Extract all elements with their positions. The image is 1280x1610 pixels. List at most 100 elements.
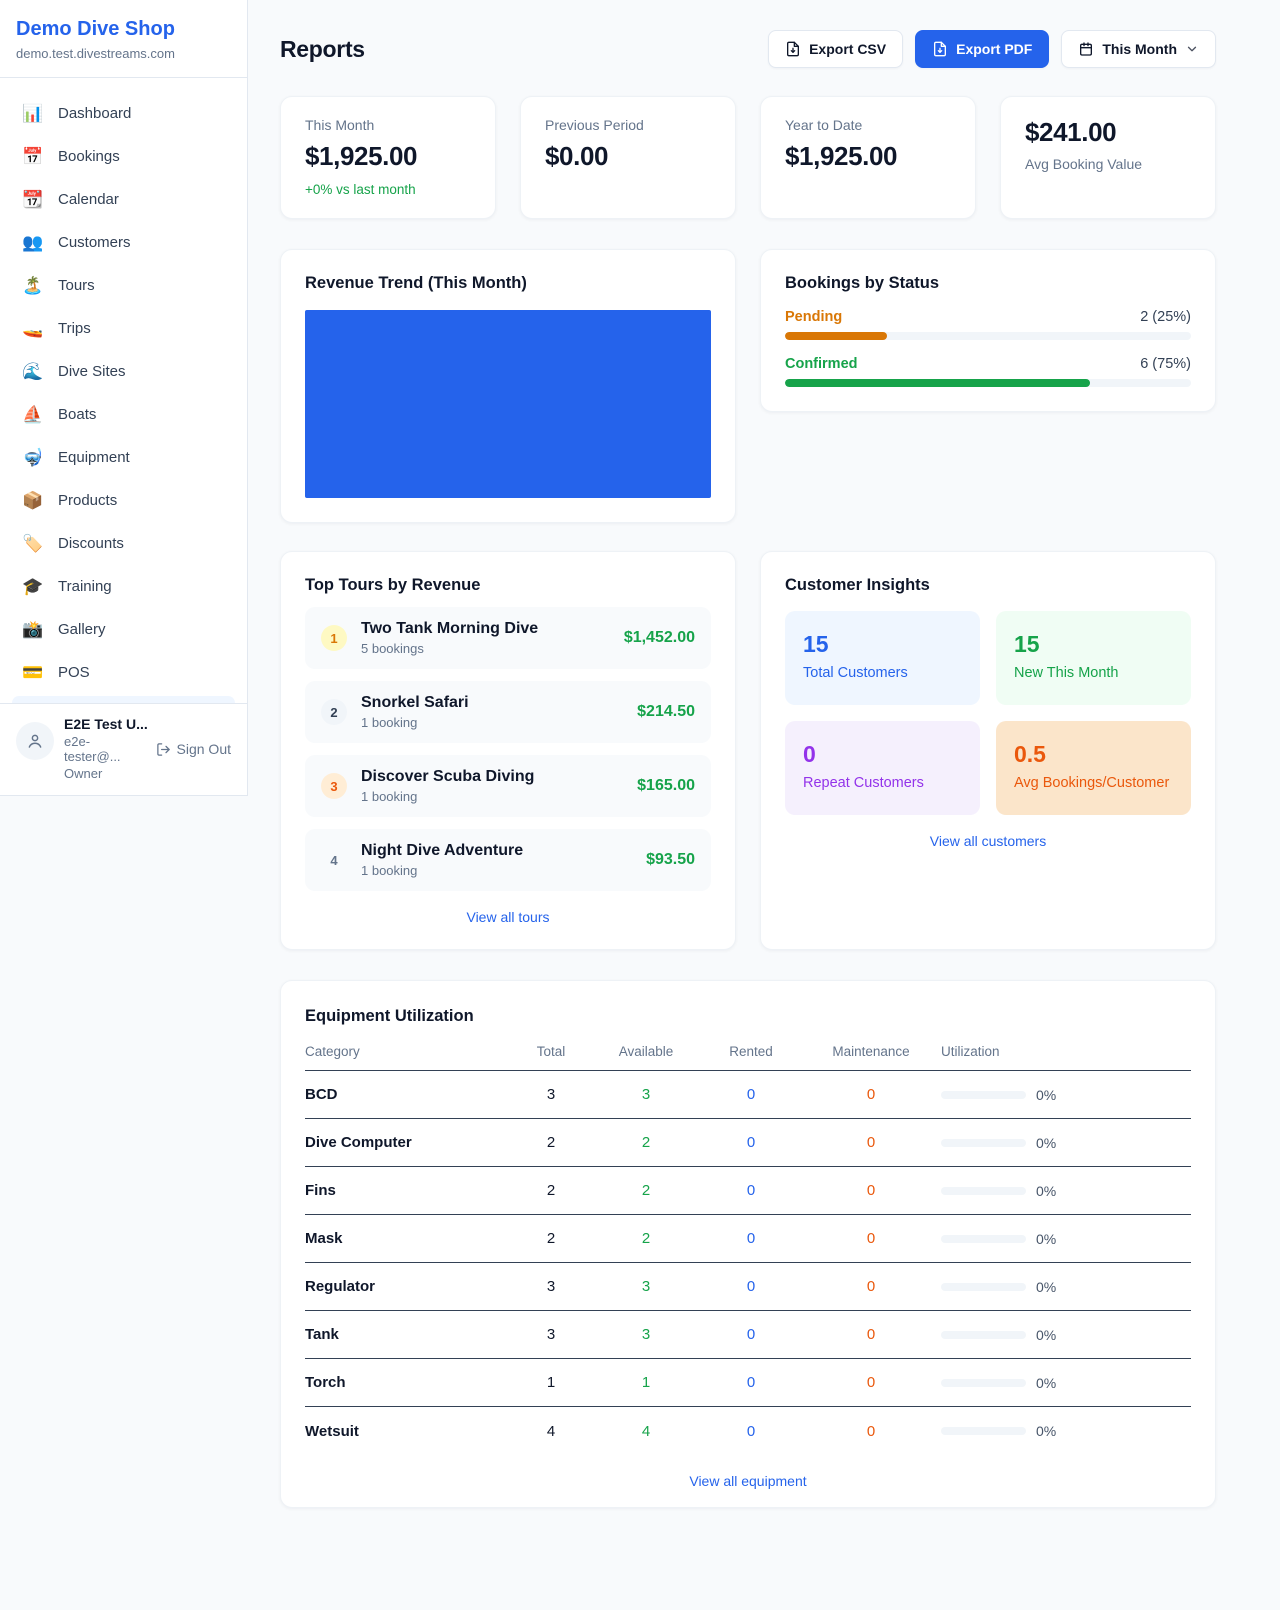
brand-name[interactable]: Demo Dive Shop (16, 18, 231, 41)
table-row: Regulator 3 3 0 0 0% (305, 1263, 1191, 1311)
stat-card-year-to-date: Year to Date $1,925.00 (760, 96, 976, 219)
export-csv-button[interactable]: Export CSV (768, 30, 903, 68)
insight-tile-repeat-customers: 0 Repeat Customers (785, 721, 980, 815)
insight-label: Repeat Customers (803, 775, 962, 791)
sidebar-item-gallery[interactable]: 📸 Gallery (12, 608, 235, 651)
utilization-percent: 0% (1036, 1183, 1056, 1199)
tour-bookings-count: 1 booking (361, 863, 523, 878)
trips-icon: 🚤 (22, 319, 44, 339)
sidebar-nav: 📊 Dashboard 📅 Bookings 📆 Calendar 👥 Cust… (0, 78, 247, 703)
sidebar-item-training[interactable]: 🎓 Training (12, 565, 235, 608)
insight-tile-total-customers: 15 Total Customers (785, 611, 980, 705)
column-header-utilization: Utilization (941, 1044, 1191, 1059)
file-download-icon (932, 41, 948, 57)
equipment-available: 1 (591, 1374, 701, 1391)
insight-tile-avg-bookings: 0.5 Avg Bookings/Customer (996, 721, 1191, 815)
utilization-bar (941, 1379, 1026, 1387)
header-actions: Export CSV Export PDF This Month (768, 30, 1216, 68)
sidebar-item-tours[interactable]: 🏝️ Tours (12, 264, 235, 307)
tour-bookings-count: 5 bookings (361, 641, 538, 656)
user-role: Owner (64, 766, 231, 781)
insight-value: 0 (803, 741, 962, 768)
status-label: Confirmed (785, 356, 858, 372)
rank-badge: 1 (321, 625, 347, 651)
equipment-available: 3 (591, 1326, 701, 1343)
utilization-bar (941, 1235, 1026, 1243)
view-all-equipment-link[interactable]: View all equipment (305, 1473, 1191, 1489)
page-title: Reports (280, 36, 365, 63)
stat-label: Previous Period (545, 117, 711, 133)
sidebar-item-trips[interactable]: 🚤 Trips (12, 307, 235, 350)
sign-out-label: Sign Out (177, 741, 231, 757)
status-value: 6 (75%) (1140, 356, 1191, 372)
mid-row: Top Tours by Revenue 1 Two Tank Morning … (280, 551, 1216, 950)
sidebar-item-calendar[interactable]: 📆 Calendar (12, 178, 235, 221)
sidebar-item-dashboard[interactable]: 📊 Dashboard (12, 92, 235, 135)
equipment-available: 2 (591, 1182, 701, 1199)
sidebar-item-pos[interactable]: 💳 POS (12, 651, 235, 694)
calendar-icon (1078, 41, 1094, 57)
sidebar-item-dive-sites[interactable]: 🌊 Dive Sites (12, 350, 235, 393)
tour-row[interactable]: 4 Night Dive Adventure 1 booking $93.50 (305, 829, 711, 891)
user-icon (26, 732, 44, 750)
sidebar-item-label: Gallery (58, 621, 106, 638)
view-all-customers-link[interactable]: View all customers (785, 833, 1191, 849)
table-row: Torch 1 1 0 0 0% (305, 1359, 1191, 1407)
stat-value: $0.00 (545, 141, 711, 172)
equipment-category: Regulator (305, 1278, 511, 1295)
insight-label: Avg Bookings/Customer (1014, 775, 1173, 791)
sidebar-item-label: Boats (58, 406, 96, 423)
sidebar-item-label: Training (58, 578, 112, 595)
tour-row[interactable]: 3 Discover Scuba Diving 1 booking $165.0… (305, 755, 711, 817)
equipment-category: Dive Computer (305, 1134, 511, 1151)
table-row: Fins 2 2 0 0 0% (305, 1167, 1191, 1215)
file-download-icon (785, 41, 801, 57)
customers-icon: 👥 (22, 233, 44, 253)
utilization-percent: 0% (1036, 1423, 1056, 1439)
sign-out-button[interactable]: Sign Out (156, 741, 231, 757)
equipment-maintenance: 0 (801, 1326, 941, 1343)
sidebar-item-label: Dashboard (58, 105, 131, 122)
equipment-category: Wetsuit (305, 1423, 511, 1440)
equipment-category: Mask (305, 1230, 511, 1247)
view-all-tours-link[interactable]: View all tours (305, 909, 711, 925)
utilization-percent: 0% (1036, 1135, 1056, 1151)
period-dropdown[interactable]: This Month (1061, 30, 1216, 68)
table-header-row: Category Total Available Rented Maintena… (305, 1044, 1191, 1071)
tour-row[interactable]: 1 Two Tank Morning Dive 5 bookings $1,45… (305, 607, 711, 669)
tours-icon: 🏝️ (22, 276, 44, 296)
tour-row[interactable]: 2 Snorkel Safari 1 booking $214.50 (305, 681, 711, 743)
tour-revenue: $165.00 (637, 777, 695, 795)
sidebar-item-equipment[interactable]: 🤿 Equipment (12, 436, 235, 479)
column-header-available: Available (591, 1044, 701, 1059)
tour-revenue: $93.50 (646, 851, 695, 869)
utilization-percent: 0% (1036, 1087, 1056, 1103)
column-header-maintenance: Maintenance (801, 1044, 941, 1059)
utilization-percent: 0% (1036, 1279, 1056, 1295)
sidebar-item-boats[interactable]: ⛵ Boats (12, 393, 235, 436)
sidebar-item-bookings[interactable]: 📅 Bookings (12, 135, 235, 178)
status-value: 2 (25%) (1140, 309, 1191, 325)
equipment-rented: 0 (701, 1374, 801, 1391)
sidebar-item-discounts[interactable]: 🏷️ Discounts (12, 522, 235, 565)
sidebar-item-label: Customers (58, 234, 131, 251)
user-name: E2E Test U... (64, 716, 231, 732)
tour-name: Snorkel Safari (361, 694, 469, 712)
export-pdf-button[interactable]: Export PDF (915, 30, 1049, 68)
equipment-utilization-title: Equipment Utilization (305, 1007, 1191, 1026)
equipment-available: 2 (591, 1230, 701, 1247)
tour-revenue: $214.50 (637, 703, 695, 721)
equipment-table: Category Total Available Rented Maintena… (305, 1044, 1191, 1455)
stat-delta: +0% vs last month (305, 182, 471, 197)
stat-value: $1,925.00 (305, 141, 471, 172)
sidebar-item-products[interactable]: 📦 Products (12, 479, 235, 522)
equipment-category: Fins (305, 1182, 511, 1199)
user-info: E2E Test U... e2e-tester@... Sign Out Ow… (64, 716, 231, 781)
period-label: This Month (1102, 41, 1177, 57)
equipment-available: 3 (591, 1278, 701, 1295)
sidebar-active-item-peek[interactable] (12, 696, 235, 703)
status-label: Pending (785, 309, 842, 325)
revenue-trend-chart (305, 310, 711, 498)
sidebar-item-customers[interactable]: 👥 Customers (12, 221, 235, 264)
stat-card-this-month: This Month $1,925.00 +0% vs last month (280, 96, 496, 219)
